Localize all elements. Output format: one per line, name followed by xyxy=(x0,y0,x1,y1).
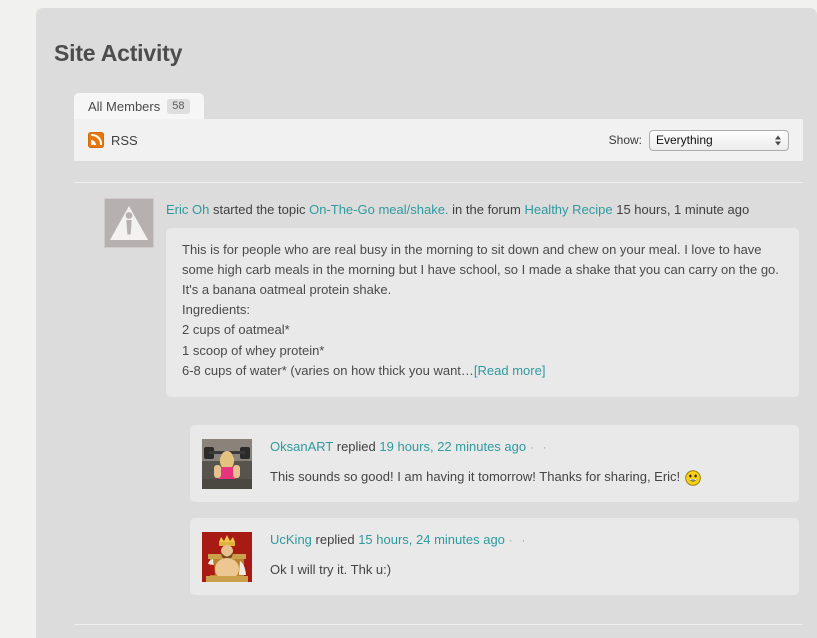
activity-topic-link[interactable]: On-The-Go meal/shake. xyxy=(309,202,448,217)
comment-action: replied xyxy=(336,438,376,454)
comment-meta: UcKing replied 15 hours, 24 minutes ago ·… xyxy=(270,532,783,561)
activity-forum-link[interactable]: Healthy Recipe xyxy=(524,202,612,217)
comment-text-row: This sounds so good! I am having it tomo… xyxy=(270,468,783,486)
comment-action: replied xyxy=(315,531,355,547)
tab-all-members-count: 58 xyxy=(167,98,190,115)
activity-toolbar: RSS Show: Everything xyxy=(74,119,803,161)
ucking-avatar-photo[interactable] xyxy=(202,531,252,582)
stream-bottom-divider xyxy=(74,624,803,625)
show-select[interactable]: Everything xyxy=(649,129,789,151)
comment-text: Ok I will try it. Thk u:) xyxy=(270,561,392,577)
comment-timestamp-link[interactable]: 19 hours, 22 minutes ago xyxy=(379,439,526,454)
activity-body-line: Ingredients: xyxy=(182,302,250,318)
activity-body-line: 1 scoop of whey protein* xyxy=(182,342,325,358)
tab-all-members-label: All Members xyxy=(88,99,161,114)
activity-author-link[interactable]: Eric Oh xyxy=(166,202,209,217)
activity-body-truncated-text: 6-8 cups of water* (varies on how thick … xyxy=(182,362,474,378)
rss-icon xyxy=(88,132,104,148)
activity-item: Eric Oh started the topic On-The-Go meal… xyxy=(74,183,803,595)
activity-body-line: 2 cups of oatmeal* xyxy=(182,322,290,338)
comment-meta: OksanART replied 19 hours, 22 minutes ag… xyxy=(270,439,783,468)
comment-item: OksanART replied 19 hours, 22 minutes ag… xyxy=(190,424,799,502)
comment-text-row: Ok I will try it. Thk u:) xyxy=(270,561,783,579)
page-title: Site Activity xyxy=(54,40,183,66)
chevron-updown-icon xyxy=(774,134,781,147)
show-filter: Show: Everything xyxy=(608,129,789,151)
activity-header: Eric Oh started the topic On-The-Go meal… xyxy=(166,201,803,228)
grinning-face-emoji xyxy=(685,470,701,486)
rss-link[interactable]: RSS xyxy=(88,132,138,148)
comment-list: OksanART replied 19 hours, 22 minutes ag… xyxy=(190,397,799,595)
show-label: Show: xyxy=(608,133,642,147)
comment-separator: · · xyxy=(530,441,550,454)
warning-triangle-avatar[interactable] xyxy=(104,198,154,248)
activity-body: This is for people who are real busy in … xyxy=(166,227,799,397)
activity-timestamp: 15 hours, 1 minute ago xyxy=(616,202,750,217)
activity-action-1: started the topic xyxy=(212,202,306,217)
rss-label: RSS xyxy=(111,132,138,148)
site-activity-page: Site Activity All Members 58 RSS Show: E… xyxy=(0,0,817,638)
comment-separator: · · xyxy=(508,534,529,547)
show-select-value: Everything xyxy=(656,133,713,147)
comment-text: This sounds so good! I am having it tomo… xyxy=(270,468,681,484)
activity-action-2: in the forum xyxy=(452,202,521,217)
comment-timestamp-link[interactable]: 15 hours, 24 minutes ago xyxy=(358,532,505,547)
comment-author-link[interactable]: OksanART xyxy=(270,439,333,454)
activity-stream: Eric Oh started the topic On-The-Go meal… xyxy=(74,182,803,595)
comment-item: UcKing replied 15 hours, 24 minutes ago ·… xyxy=(190,517,799,595)
activity-body-line: This is for people who are real busy in … xyxy=(182,241,779,298)
read-more-link[interactable]: [Read more] xyxy=(474,363,546,378)
content-container: Site Activity All Members 58 RSS Show: E… xyxy=(36,8,817,638)
activity-body-last-line: 6-8 cups of water* (varies on how thick … xyxy=(182,361,783,381)
tab-all-members[interactable]: All Members 58 xyxy=(74,93,204,120)
tab-bar: All Members 58 xyxy=(74,92,817,120)
oksanart-avatar-photo[interactable] xyxy=(202,438,252,489)
comment-author-link[interactable]: UcKing xyxy=(270,532,312,547)
